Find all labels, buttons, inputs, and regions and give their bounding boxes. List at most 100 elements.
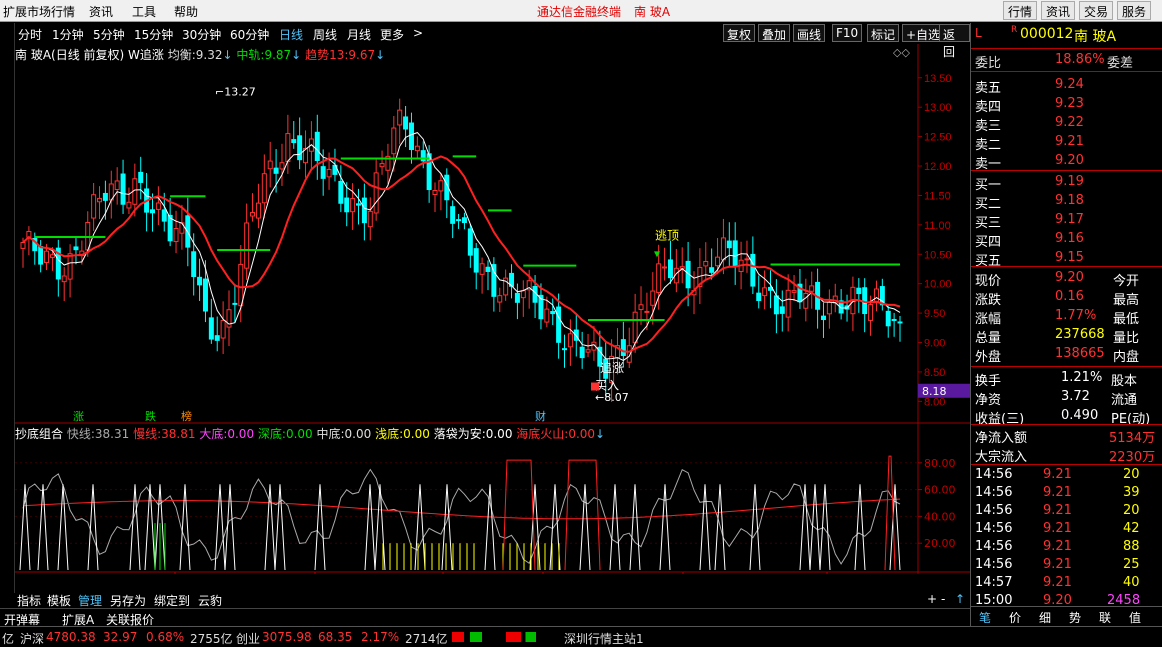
zhonggui-arrow-icon: ↓	[291, 48, 302, 62]
period-tab-monthly[interactable]: 月线	[347, 26, 371, 43]
news-button[interactable]: 资讯	[1041, 1, 1076, 20]
candle-body	[450, 206, 456, 224]
tick-time: 14:56	[975, 539, 1013, 554]
sh-label[interactable]: 沪深	[20, 630, 44, 647]
ask-price[interactable]: 9.22	[1055, 115, 1084, 130]
dadi-label: 大底:	[199, 427, 228, 441]
main-chart-area[interactable]: ⌐13.27 ←8.07 逃顶 追涨 买入涨跌榜财 13.50 13.00 12.50 12.…	[15, 44, 970, 574]
status-prefix: 亿	[2, 632, 15, 646]
menu-item-tools[interactable]: 工具	[132, 3, 156, 20]
period-tab-weekly[interactable]: 周线	[313, 26, 337, 43]
bigflow-value: 2230万	[1109, 450, 1156, 465]
candle-body	[650, 290, 656, 306]
period-tab-daily[interactable]: 日线	[279, 26, 303, 43]
period-tab-60min[interactable]: 60分钟	[230, 26, 269, 43]
candle-body	[138, 171, 144, 183]
ask-price[interactable]: 9.24	[1055, 77, 1084, 92]
bid-label: 买四	[975, 235, 1002, 250]
window-stock-title: 南 玻A	[634, 5, 671, 19]
scroll-up-icon[interactable]: ↑	[955, 592, 965, 606]
candle-body	[720, 237, 726, 261]
left-toolbar-strip	[0, 23, 15, 593]
bid-price[interactable]: 9.15	[1055, 250, 1084, 265]
menu-bar: 扩展市场行情 资讯 工具 帮助 通达信金融终端 南 玻A 行情 资讯 交易 服务	[0, 0, 1162, 22]
ask-price[interactable]: 9.23	[1055, 96, 1084, 111]
indicator-name[interactable]: W追涨	[128, 48, 164, 62]
period-tab-1min[interactable]: 1分钟	[52, 26, 84, 43]
overlay-button[interactable]: 叠加	[758, 24, 791, 42]
bid-price[interactable]: 9.18	[1055, 193, 1084, 208]
tab-indicator[interactable]: 指标	[17, 592, 41, 609]
candle-body	[326, 168, 332, 178]
candle-body	[344, 197, 350, 213]
cyb-label[interactable]: 创业	[236, 630, 260, 647]
quote-tab[interactable]: 细	[1039, 609, 1051, 626]
white-spike	[699, 484, 711, 571]
white-spike	[441, 484, 453, 571]
tab-manage[interactable]: 管理	[78, 592, 102, 609]
candle-body	[20, 242, 26, 249]
bid-row: 买三 9.17	[971, 211, 1162, 231]
tick-volume: 20	[1123, 467, 1140, 482]
period-tab-more[interactable]: 更多	[380, 26, 404, 43]
quote-tab[interactable]: 值	[1129, 609, 1141, 626]
zoom-in-button[interactable]: +	[927, 592, 937, 606]
menu-item-help[interactable]: 帮助	[174, 3, 198, 20]
tab-bind-to[interactable]: 绑定到	[154, 592, 190, 609]
chevron-right-icon[interactable]: >	[413, 26, 423, 40]
period-tab-15min[interactable]: 15分钟	[134, 26, 173, 43]
ask-label: 卖五	[975, 81, 1002, 96]
add-favorite-button[interactable]: +自选	[902, 24, 945, 42]
server-name[interactable]: 深圳行情主站1	[564, 630, 644, 647]
panel-diamond-icons[interactable]: ◇◇	[893, 46, 910, 59]
ask-price[interactable]: 9.21	[1055, 134, 1084, 149]
haidi-label: 海底火山:	[516, 427, 569, 441]
tab-yunbao[interactable]: 云豹	[198, 592, 222, 609]
candle-body	[232, 302, 238, 305]
period-tab-5min[interactable]: 5分钟	[93, 26, 125, 43]
candle-body	[662, 266, 668, 269]
period-tab-30min[interactable]: 30分钟	[182, 26, 221, 43]
quote-tab[interactable]: 价	[1009, 609, 1021, 626]
price-tick-label: 12.00	[924, 161, 952, 173]
draw-line-button[interactable]: 画线	[793, 24, 826, 42]
price-tick-label: 10.00	[924, 279, 952, 291]
quote-stock-name[interactable]: 南 玻A	[1074, 26, 1116, 46]
bid-price[interactable]: 9.16	[1055, 231, 1084, 246]
ask-price[interactable]: 9.20	[1055, 153, 1084, 168]
f10-button[interactable]: F10	[832, 24, 863, 42]
low-price-label: ←8.07	[595, 391, 629, 404]
tick-time: 14:56	[975, 467, 1013, 482]
stock-code[interactable]: 000012	[1020, 26, 1073, 42]
quote-tab[interactable]: 笔	[979, 609, 991, 626]
adjust-button[interactable]: 复权	[723, 24, 756, 42]
candle-body	[820, 315, 826, 321]
tick-time: 14:57	[975, 575, 1013, 590]
event-mark: 跌	[145, 409, 156, 423]
candle-body	[391, 127, 397, 155]
candle-body	[461, 217, 467, 224]
bid-price[interactable]: 9.17	[1055, 212, 1084, 227]
menu-item-news[interactable]: 资讯	[89, 3, 113, 20]
menu-item-extended-market[interactable]: 扩展市场行情	[3, 3, 75, 20]
sub-indicator-name[interactable]: 抄底组合	[15, 427, 63, 441]
candle-body	[44, 250, 50, 264]
quote-tab[interactable]: 势	[1069, 609, 1081, 626]
service-button[interactable]: 服务	[1117, 1, 1152, 20]
period-tab-timeshare[interactable]: 分时	[18, 26, 42, 43]
candle-body	[155, 202, 161, 210]
quote-tab[interactable]: 联	[1099, 609, 1111, 626]
candle-body	[214, 335, 220, 341]
back-button[interactable]: 返回	[939, 24, 970, 59]
tick-row: 14:56 9.21 88	[971, 538, 1162, 557]
mark-button[interactable]: 标记	[867, 24, 900, 42]
tab-save-as[interactable]: 另存为	[110, 592, 146, 609]
white-spike	[659, 484, 671, 571]
bid-price[interactable]: 9.19	[1055, 174, 1084, 189]
trade-button[interactable]: 交易	[1079, 1, 1114, 20]
kline-chart[interactable]: ⌐13.27←8.07逃顶追涨买入涨跌榜财 13.5013.0012.5012.…	[15, 44, 970, 574]
quote-button[interactable]: 行情	[1003, 1, 1038, 20]
candle-body	[197, 276, 203, 286]
zoom-out-button[interactable]: -	[941, 592, 945, 606]
tab-template[interactable]: 模板	[47, 592, 71, 609]
